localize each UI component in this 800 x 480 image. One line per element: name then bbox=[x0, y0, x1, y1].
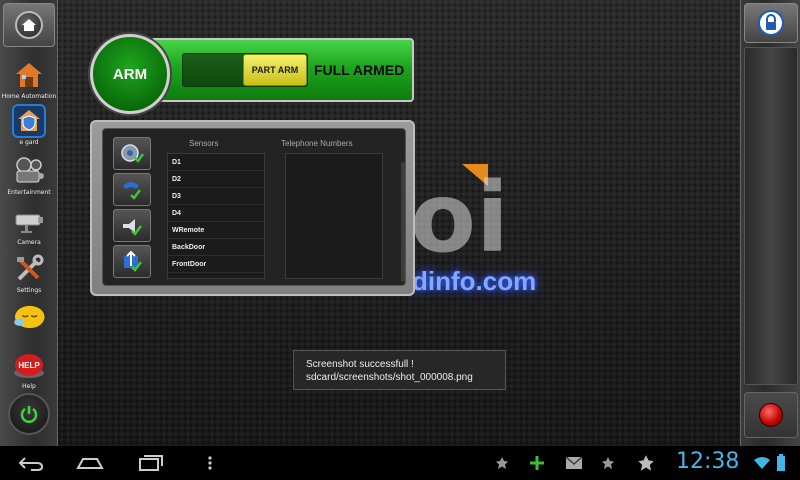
sleep-face-icon bbox=[12, 300, 46, 334]
part-arm-thumb[interactable]: PART ARM bbox=[243, 54, 307, 86]
details-box: Sensors Telephone Numbers D1 D2 D3 D4 WR… bbox=[90, 120, 415, 296]
upload-check-button[interactable] bbox=[113, 245, 151, 278]
shield-house-icon bbox=[12, 104, 46, 138]
home-icon bbox=[15, 11, 43, 39]
sensor-check-button[interactable] bbox=[113, 137, 151, 170]
list-item[interactable]: D4 bbox=[168, 205, 264, 222]
camera-icon bbox=[12, 204, 46, 238]
list-item[interactable]: D2 bbox=[168, 171, 264, 188]
siren-check-icon bbox=[123, 218, 142, 236]
nav-item-sleep[interactable] bbox=[2, 300, 56, 348]
power-icon bbox=[20, 406, 38, 423]
overflow-menu-icon bbox=[208, 456, 212, 470]
arm-button[interactable]: ARM bbox=[90, 34, 170, 114]
lock-icon bbox=[758, 10, 784, 36]
nav-label-e-gard: e gard bbox=[19, 139, 39, 146]
power-button[interactable] bbox=[8, 393, 50, 435]
tools-icon bbox=[12, 252, 46, 286]
action-icon-column bbox=[113, 137, 155, 281]
house-icon bbox=[12, 58, 46, 92]
nav-item-entertainment[interactable]: Entertainment bbox=[2, 154, 56, 202]
wifi-icon bbox=[752, 450, 772, 476]
phone-check-icon bbox=[123, 181, 141, 200]
list-item[interactable]: D3 bbox=[168, 188, 264, 205]
projector-icon bbox=[12, 154, 46, 188]
list-item[interactable]: WRemote bbox=[168, 222, 264, 239]
plus-notification-icon bbox=[528, 450, 546, 476]
details-inner: Sensors Telephone Numbers D1 D2 D3 D4 WR… bbox=[102, 128, 406, 286]
back-icon bbox=[18, 457, 44, 471]
nav-item-help[interactable]: HELP Help bbox=[2, 348, 56, 396]
upload-check-icon bbox=[124, 250, 142, 272]
toast-line-1: Screenshot successfull ! bbox=[306, 359, 414, 370]
alarm-panel: PART ARM FULL ARMED ARM Sensors Telephon… bbox=[90, 34, 415, 296]
star-notification-icon-3 bbox=[636, 450, 656, 476]
nav-item-e-gard[interactable]: e gard bbox=[2, 104, 56, 152]
arm-mode-bar: PART ARM FULL ARMED bbox=[150, 38, 414, 102]
scroll-indicator[interactable] bbox=[401, 162, 405, 282]
status-clock: 12:38 bbox=[676, 449, 740, 474]
home-button[interactable] bbox=[3, 3, 55, 47]
watermark-logo: oi bbox=[410, 162, 509, 274]
home-nav-icon bbox=[76, 458, 104, 469]
nav-item-home-automation[interactable]: Home Automation bbox=[2, 58, 56, 106]
arm-mode-slider[interactable]: PART ARM bbox=[182, 53, 308, 87]
record-icon bbox=[759, 403, 783, 427]
telephone-list[interactable] bbox=[285, 153, 383, 279]
list-item[interactable]: BackDoor bbox=[168, 239, 264, 256]
sensor-list[interactable]: D1 D2 D3 D4 WRemote BackDoor FrontDoor bbox=[167, 153, 265, 279]
lock-button[interactable] bbox=[744, 3, 798, 43]
menu-button[interactable] bbox=[204, 450, 216, 476]
watermark-domain: dinfo.com bbox=[412, 266, 537, 296]
arm-status-label: FULL ARMED bbox=[314, 62, 405, 78]
help-button-icon: HELP bbox=[12, 348, 46, 382]
home-nav-button[interactable] bbox=[74, 450, 106, 476]
nav-item-camera[interactable]: Camera bbox=[2, 204, 56, 252]
phone-check-button[interactable] bbox=[113, 173, 151, 206]
sensor-check-icon bbox=[121, 143, 145, 163]
recents-icon bbox=[139, 455, 163, 471]
right-panel bbox=[744, 47, 798, 385]
svg-text:HELP: HELP bbox=[18, 361, 40, 370]
sensors-heading: Sensors bbox=[189, 139, 219, 148]
right-sidebar bbox=[740, 0, 800, 446]
list-item[interactable]: D1 bbox=[168, 154, 264, 171]
list-item[interactable]: FrontDoor bbox=[168, 256, 264, 273]
nav-label-settings: Settings bbox=[16, 287, 42, 294]
screenshot-toast: Screenshot successfull ! sdcard/screensh… bbox=[293, 350, 506, 390]
system-bar: 12:38 bbox=[0, 446, 800, 480]
back-button[interactable] bbox=[16, 450, 46, 476]
nav-label-home-automation: Home Automation bbox=[1, 93, 57, 100]
siren-check-button[interactable] bbox=[113, 209, 151, 242]
record-button[interactable] bbox=[744, 392, 798, 438]
telephone-heading: Telephone Numbers bbox=[281, 139, 353, 148]
mail-notification-icon bbox=[564, 450, 584, 476]
nav-item-settings[interactable]: Settings bbox=[2, 252, 56, 300]
nav-label-help: Help bbox=[22, 383, 36, 390]
toast-line-2: sdcard/screenshots/shot_000008.png bbox=[306, 372, 473, 383]
star-notification-icon bbox=[494, 450, 510, 476]
star-notification-icon-2 bbox=[600, 450, 616, 476]
nav-label-camera: Camera bbox=[17, 239, 41, 246]
left-sidebar: Home Automation e gard Entertainment Cam… bbox=[0, 0, 58, 446]
nav-label-entertainment: Entertainment bbox=[7, 189, 51, 196]
battery-icon bbox=[774, 450, 788, 476]
recents-button[interactable] bbox=[134, 450, 166, 476]
